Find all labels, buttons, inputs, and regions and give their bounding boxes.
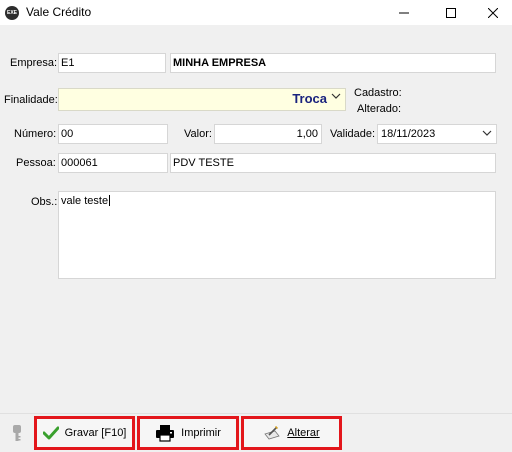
empresa-name-field: MINHA EMPRESA bbox=[170, 53, 496, 73]
empresa-code-field[interactable]: E1 bbox=[58, 53, 166, 73]
minimize-icon bbox=[399, 12, 409, 13]
numero-label: Número: bbox=[14, 128, 57, 140]
numero-field[interactable]: 00 bbox=[58, 124, 168, 144]
cadastro-label: Cadastro: bbox=[354, 87, 402, 99]
maximize-button[interactable] bbox=[428, 0, 474, 25]
obs-value: vale teste bbox=[61, 195, 109, 207]
vale-credito-form: Empresa: E1 MINHA EMPRESA Finalidade: Tr… bbox=[0, 25, 512, 413]
imprimir-button[interactable]: Imprimir bbox=[137, 416, 239, 450]
chevron-down-icon bbox=[482, 128, 492, 141]
obs-textarea[interactable]: vale teste bbox=[58, 191, 496, 279]
pessoa-code-field[interactable]: 000061 bbox=[58, 153, 168, 173]
maximize-icon bbox=[446, 7, 456, 18]
pessoa-label: Pessoa: bbox=[16, 157, 56, 169]
title-bar: EXE Vale Crédito bbox=[0, 0, 512, 25]
close-icon bbox=[488, 7, 498, 18]
key-icon[interactable] bbox=[8, 424, 26, 442]
empresa-label: Empresa: bbox=[10, 57, 58, 69]
text-caret bbox=[109, 195, 111, 206]
pessoa-name-field: PDV TESTE bbox=[170, 153, 496, 173]
finalidade-select[interactable]: Troca bbox=[58, 88, 346, 111]
valor-field[interactable]: 1,00 bbox=[214, 124, 322, 144]
action-bar: Gravar [F10] Imprimir Alterar bbox=[0, 413, 512, 452]
chevron-down-icon bbox=[331, 91, 341, 104]
imprimir-label: Imprimir bbox=[181, 427, 221, 439]
gravar-button[interactable]: Gravar [F10] bbox=[34, 416, 135, 450]
edit-note-icon bbox=[264, 426, 280, 440]
printer-icon bbox=[156, 425, 175, 442]
gravar-label: Gravar [F10] bbox=[64, 427, 127, 439]
obs-label: Obs.: bbox=[31, 196, 58, 208]
window-title: Vale Crédito bbox=[26, 5, 92, 19]
minimize-button[interactable] bbox=[381, 0, 427, 25]
alterar-label: Alterar bbox=[287, 427, 320, 439]
close-button[interactable] bbox=[470, 0, 512, 25]
validade-value: 18/11/2023 bbox=[381, 128, 436, 140]
validade-label: Validade: bbox=[330, 128, 376, 140]
validade-date-picker[interactable]: 18/11/2023 bbox=[377, 124, 497, 144]
finalidade-value: Troca bbox=[292, 91, 327, 106]
valor-label: Valor: bbox=[184, 128, 212, 140]
app-logo-icon: EXE bbox=[5, 6, 19, 20]
finalidade-label: Finalidade: bbox=[4, 94, 58, 106]
alterar-button[interactable]: Alterar bbox=[241, 416, 342, 450]
checkmark-icon bbox=[42, 426, 59, 440]
alterado-label: Alterado: bbox=[357, 103, 402, 115]
